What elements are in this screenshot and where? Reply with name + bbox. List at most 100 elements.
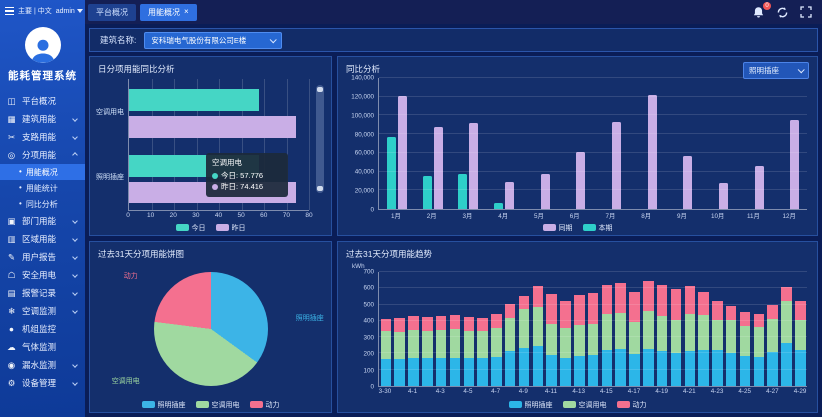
sidebar-subitem[interactable]: •用能概况	[0, 164, 85, 180]
segment-照明插座	[519, 348, 529, 386]
category-label: 空调用电	[96, 79, 128, 145]
chevron-down-icon	[72, 380, 78, 386]
panel-title: 过去31天分项用能趋势	[338, 242, 817, 261]
sidebar-item-ac-monitor[interactable]: ❄空调监测	[0, 302, 85, 320]
chevron-down-icon	[72, 116, 78, 122]
sidebar-item-gear[interactable]: ⚙设备管理	[0, 374, 85, 392]
x-tick-label: 4-25	[738, 388, 751, 395]
building-select[interactable]: 安科瑞电气股份有限公司E楼	[144, 32, 282, 49]
x-tick-label: 4-29	[794, 388, 807, 395]
legend-item[interactable]: 今日	[176, 223, 206, 233]
legend-item[interactable]: 动力	[250, 400, 280, 410]
legend-item[interactable]: 昨日	[216, 223, 246, 233]
legend-item[interactable]: 空调用电	[196, 400, 240, 410]
sidebar-item-bank[interactable]: ▥区域用能	[0, 230, 85, 248]
x-tick-label: 4-23	[711, 388, 724, 395]
chevron-up-icon	[72, 152, 78, 158]
x-tick-label: 0	[126, 212, 130, 219]
sidebar-item-subentry[interactable]: ◎分项用能	[0, 146, 85, 164]
hamburger-menu-icon[interactable]	[5, 7, 14, 16]
sidebar-item-building[interactable]: ▦建筑用能	[0, 110, 85, 128]
legend-label: 同期	[559, 223, 573, 233]
notification-bell-icon[interactable]: 0	[752, 6, 765, 19]
y-tick-label: 0	[370, 207, 374, 214]
x-tick-label: 4-1	[408, 388, 417, 395]
y-tick-label: 120,000	[351, 93, 374, 100]
username-label: admin	[56, 8, 75, 15]
close-icon[interactable]: ×	[184, 8, 189, 16]
app-root: 主要 | 中文 admin 能耗管理系统 ◫平台概况▦建筑用能✂支路用能◎分项用…	[0, 0, 822, 417]
bar-plot	[378, 78, 807, 210]
x-tick-label: 4-3	[436, 388, 445, 395]
sidebar-item-gas-monitor[interactable]: ☁气体监测	[0, 338, 85, 356]
bar-同期	[612, 122, 621, 209]
chart-tooltip: 空调用电 今日: 57.776昨日: 74.416	[206, 153, 288, 197]
gridline	[379, 336, 807, 337]
bar-同期	[434, 127, 443, 209]
bullet-icon: •	[19, 184, 22, 192]
legend-item[interactable]: 动力	[617, 400, 647, 410]
x-tick-label: 12月	[782, 211, 795, 220]
unit-monitor-icon: ●	[6, 324, 17, 334]
segment-动力	[381, 319, 391, 331]
legend-swatch-icon	[250, 401, 263, 408]
sidebar-subitem[interactable]: •用能统计	[0, 180, 85, 196]
legend-item[interactable]: 照明插座	[509, 400, 553, 410]
chevron-down-icon	[72, 236, 78, 242]
segment-照明插座	[546, 355, 556, 386]
fullscreen-icon[interactable]	[800, 6, 812, 18]
segment-动力	[767, 305, 777, 319]
bar-昨日	[129, 116, 296, 138]
gridline	[379, 133, 807, 134]
y-tick-label: 200	[363, 351, 374, 358]
chart-legend: 今日昨日	[90, 220, 331, 235]
locale-switcher[interactable]: 主要 | 中文	[18, 6, 52, 16]
legend-item[interactable]: 同期	[543, 223, 573, 233]
legend-item[interactable]: 空调用电	[563, 400, 607, 410]
x-tick-label: 4-15	[600, 388, 613, 395]
legend-label: 照明插座	[158, 400, 186, 410]
datazoom-slider[interactable]	[316, 85, 324, 193]
sidebar-item-monitor[interactable]: ◫平台概况	[0, 92, 85, 110]
gridline	[379, 152, 807, 153]
tabs: 平台概况用能概况×	[88, 4, 197, 21]
shield-icon: ☖	[6, 270, 17, 281]
document-icon: ▤	[6, 288, 17, 299]
sidebar-item-branch[interactable]: ✂支路用能	[0, 128, 85, 146]
user-menu[interactable]: admin	[56, 8, 83, 15]
pie-circle[interactable]	[154, 272, 268, 386]
sidebar-item-shield[interactable]: ☖安全用电	[0, 266, 85, 284]
y-axis: 020,00040,00060,00080,000100,000120,0001…	[344, 78, 378, 210]
sidebar-item-folder[interactable]: ▣部门用能	[0, 212, 85, 230]
pie-chart[interactable]: 照明插座空调用电动力	[90, 261, 331, 397]
sidebar-item-report[interactable]: ✎用户报告	[0, 248, 85, 266]
x-tick-label: 2月	[427, 211, 437, 220]
legend-swatch-icon	[216, 224, 229, 231]
y-tick-label: 700	[363, 269, 374, 276]
segment-照明插座	[436, 358, 446, 387]
sidebar-menu: ◫平台概况▦建筑用能✂支路用能◎分项用能•用能概况•用能统计•同比分析▣部门用能…	[0, 92, 85, 392]
sidebar-item-label: 建筑用能	[22, 113, 68, 125]
gridline	[379, 96, 807, 97]
sidebar-subitem[interactable]: •同比分析	[0, 196, 85, 212]
sidebar-item-label: 分项用能	[22, 149, 68, 161]
tab-active[interactable]: 用能概况×	[140, 4, 197, 21]
x-tick-label: 7月	[605, 211, 615, 220]
legend-item[interactable]: 照明插座	[142, 400, 186, 410]
sidebar-item-document[interactable]: ▤报警记录	[0, 284, 85, 302]
x-tick-label: 4-13	[572, 388, 585, 395]
refresh-icon[interactable]	[776, 6, 789, 19]
subentry-select[interactable]: 照明插座	[743, 62, 809, 79]
main-area: 平台概况用能概况× 0	[85, 0, 822, 417]
hbar-chart: 空调用电照明插座 01020304050607080	[90, 76, 331, 220]
tooltip-row: 昨日: 74.416	[212, 181, 282, 192]
legend-item[interactable]: 本期	[583, 223, 613, 233]
x-tick-label: 80	[305, 212, 312, 219]
tab-inactive[interactable]: 平台概况	[88, 4, 136, 21]
bar-同期	[576, 152, 585, 209]
segment-空调用电	[643, 311, 653, 348]
sidebar-item-water-drop[interactable]: ◉漏水监测	[0, 356, 85, 374]
segment-空调用电	[546, 324, 556, 355]
sidebar-item-unit-monitor[interactable]: ●机组监控	[0, 320, 85, 338]
bar-本期	[494, 203, 503, 209]
